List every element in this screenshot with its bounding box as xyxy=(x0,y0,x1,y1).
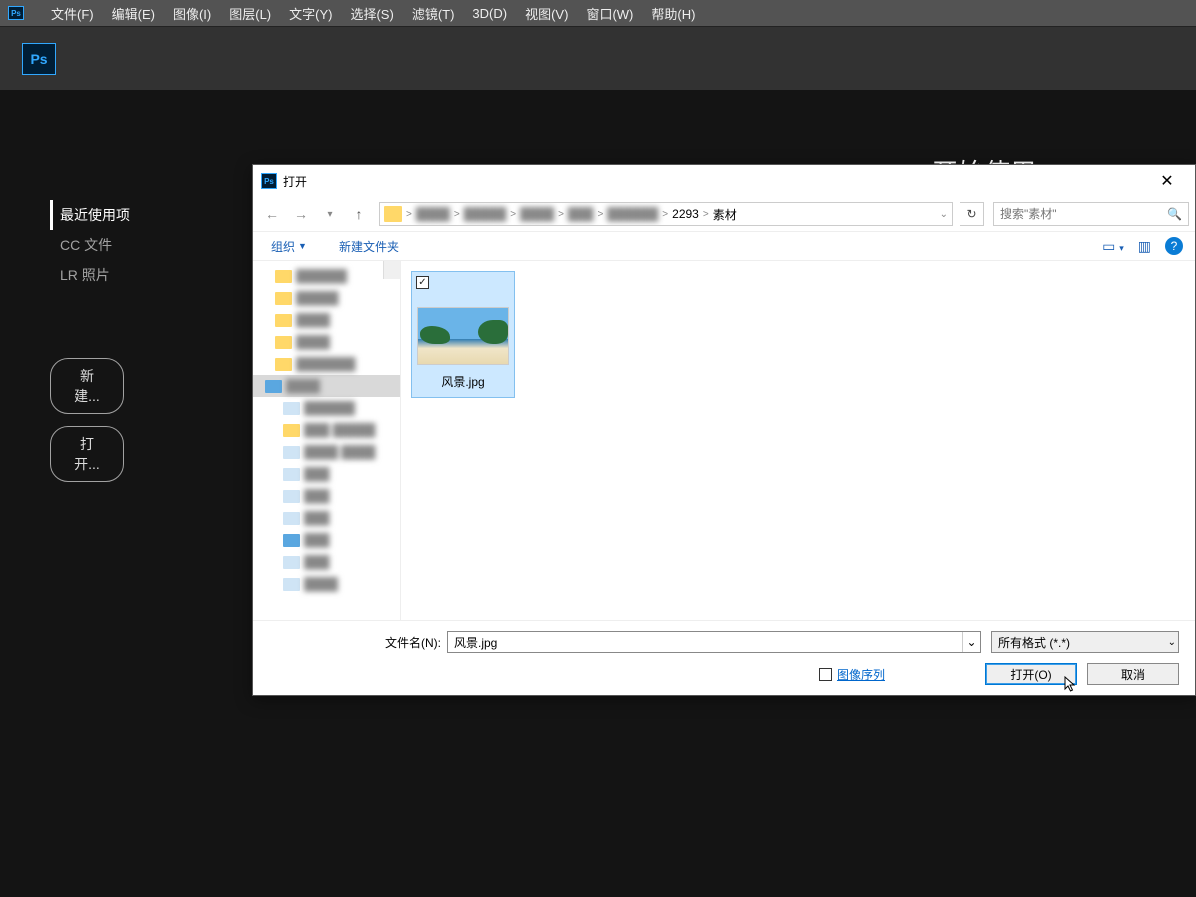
chevron-down-icon[interactable]: ⌄ xyxy=(962,632,980,652)
image-sequence-label[interactable]: 图像序列 xyxy=(837,666,885,683)
chevron-down-icon: ⌄ xyxy=(1168,637,1176,648)
close-button[interactable]: ✕ xyxy=(1147,167,1187,195)
tree-item[interactable]: ███ xyxy=(253,485,400,507)
sidebar-item-recent[interactable]: 最近使用项 xyxy=(50,200,140,230)
filename-label: 文件名(N): xyxy=(381,634,441,651)
tree-item[interactable]: █████ xyxy=(253,287,400,309)
organize-button[interactable]: 组织 ▼ xyxy=(265,238,313,255)
menu-filter[interactable]: 滤镜(T) xyxy=(403,0,464,27)
dialog-titlebar: Ps 打开 ✕ xyxy=(253,165,1195,197)
menu-image[interactable]: 图像(I) xyxy=(164,0,220,27)
file-name-label: 风景.jpg xyxy=(415,371,511,394)
menu-file[interactable]: 文件(F) xyxy=(42,0,103,27)
sidebar-item-cc-files[interactable]: CC 文件 xyxy=(50,230,140,260)
tree-item[interactable]: ███ xyxy=(253,551,400,573)
crumb-2293: 2293 xyxy=(668,207,703,221)
file-item-selected[interactable]: ✓ 风景.jpg xyxy=(411,271,515,398)
cancel-button[interactable]: 取消 xyxy=(1087,663,1179,685)
new-button[interactable]: 新建... xyxy=(50,358,124,414)
tree-item[interactable]: ████ xyxy=(253,375,400,397)
dialog-footer: 文件名(N): 风景.jpg ⌄ 所有格式 (*.*) ⌄ 图像序列 打开(O)… xyxy=(253,620,1195,695)
start-sidebar: 最近使用项 CC 文件 LR 照片 新建... 打开... xyxy=(50,200,140,482)
sidebar-item-lr-photos[interactable]: LR 照片 xyxy=(50,260,140,290)
tree-item[interactable]: ███ xyxy=(253,463,400,485)
tree-item[interactable]: ███ █████ xyxy=(253,419,400,441)
file-thumbnail xyxy=(417,307,509,365)
dialog-title: 打开 xyxy=(283,173,307,190)
search-input[interactable] xyxy=(1000,207,1167,221)
app-menubar: Ps 文件(F) 编辑(E) 图像(I) 图层(L) 文字(Y) 选择(S) 滤… xyxy=(0,0,1196,26)
tree-item[interactable]: ██████ xyxy=(253,265,400,287)
menu-layer[interactable]: 图层(L) xyxy=(220,0,280,27)
preview-pane-icon[interactable]: ▥ xyxy=(1138,238,1151,255)
menu-select[interactable]: 选择(S) xyxy=(341,0,402,27)
new-folder-button[interactable]: 新建文件夹 xyxy=(333,238,405,255)
folder-tree[interactable]: ██████ █████ ████ ████ ███████ ████ ████… xyxy=(253,261,401,620)
view-mode-icon[interactable]: ▭ ▾ xyxy=(1102,238,1124,255)
nav-recent-icon[interactable]: ▾ xyxy=(317,202,343,226)
menu-view[interactable]: 视图(V) xyxy=(516,0,577,27)
tree-item[interactable]: ███ xyxy=(253,529,400,551)
ps-logo-icon: Ps xyxy=(8,6,24,20)
cursor-icon xyxy=(1064,676,1078,694)
app-options-bar: Ps xyxy=(0,26,1196,90)
dialog-toolbar: 组织 ▼ 新建文件夹 ▭ ▾ ▥ ? xyxy=(253,231,1195,261)
tree-item[interactable]: ██████ xyxy=(253,397,400,419)
menu-help[interactable]: 帮助(H) xyxy=(642,0,704,27)
file-list[interactable]: ✓ 风景.jpg xyxy=(401,261,1195,620)
search-icon: 🔍 xyxy=(1167,207,1182,221)
menu-edit[interactable]: 编辑(E) xyxy=(103,0,164,27)
file-checkbox[interactable]: ✓ xyxy=(416,276,429,289)
nav-forward-icon[interactable]: → xyxy=(288,202,314,226)
file-filter-select[interactable]: 所有格式 (*.*) ⌄ xyxy=(991,631,1179,653)
dialog-body: ██████ █████ ████ ████ ███████ ████ ████… xyxy=(253,261,1195,620)
filename-input[interactable]: 风景.jpg ⌄ xyxy=(447,631,981,653)
tree-item[interactable]: ███████ xyxy=(253,353,400,375)
tree-item[interactable]: ████ xyxy=(253,309,400,331)
search-box[interactable]: 🔍 xyxy=(993,202,1189,226)
dialog-nav-bar: ← → ▾ ↑ > ████> █████> ████> ███> ██████… xyxy=(253,197,1195,231)
folder-icon xyxy=(384,206,402,222)
nav-back-icon[interactable]: ← xyxy=(259,202,285,226)
ps-home-icon[interactable]: Ps xyxy=(22,43,56,75)
menu-window[interactable]: 窗口(W) xyxy=(577,0,642,27)
dialog-ps-icon: Ps xyxy=(261,173,277,189)
open-button[interactable]: 打开... xyxy=(50,426,124,482)
crumb-material: 素材 xyxy=(709,206,741,223)
image-sequence-checkbox[interactable] xyxy=(819,668,832,681)
refresh-icon[interactable]: ↻ xyxy=(960,202,984,226)
tree-item[interactable]: ████ ████ xyxy=(253,441,400,463)
menu-3d[interactable]: 3D(D) xyxy=(463,2,516,25)
file-open-dialog: Ps 打开 ✕ ← → ▾ ↑ > ████> █████> ████> ███… xyxy=(252,164,1196,696)
tree-item[interactable]: ████ xyxy=(253,573,400,595)
nav-up-icon[interactable]: ↑ xyxy=(346,202,372,226)
help-icon[interactable]: ? xyxy=(1165,237,1183,255)
tree-item[interactable]: ████ xyxy=(253,331,400,353)
breadcrumb[interactable]: > ████> █████> ████> ███> ██████> 2293> … xyxy=(379,202,953,226)
tree-item[interactable]: ███ xyxy=(253,507,400,529)
menu-type[interactable]: 文字(Y) xyxy=(280,0,341,27)
